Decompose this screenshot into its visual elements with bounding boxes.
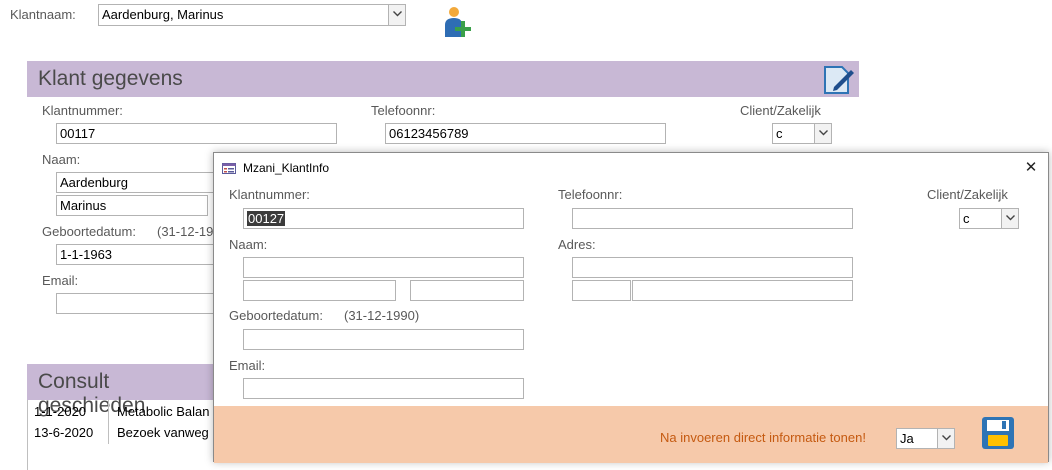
save-icon[interactable] bbox=[980, 415, 1016, 451]
add-person-icon[interactable] bbox=[441, 5, 477, 39]
dlg-klantnummer-label: Klantnummer: bbox=[229, 187, 310, 202]
naam-label: Naam: bbox=[42, 152, 81, 167]
dlg-client-zakelijk-label: Client/Zakelijk bbox=[927, 187, 1008, 202]
geboortedatum-hint: (31-12-19 bbox=[157, 224, 214, 239]
consult-desc: Bezoek vanweg bbox=[117, 425, 209, 440]
dlg-telefoon-label: Telefoonnr: bbox=[558, 187, 623, 202]
close-icon[interactable]: ✕ bbox=[1020, 158, 1042, 178]
dlg-adres-label: Adres: bbox=[558, 237, 596, 252]
direct-tonen-select[interactable]: Ja bbox=[896, 428, 955, 449]
dlg-tussenvoegsel-field[interactable] bbox=[410, 280, 524, 301]
footer-message: Na invoeren direct informatie tonen! bbox=[660, 430, 866, 445]
direct-tonen-value: Ja bbox=[900, 431, 914, 446]
geboortedatum-label: Geboortedatum: bbox=[42, 224, 136, 239]
dialog-footer: Na invoeren direct informatie tonen! Ja bbox=[214, 406, 1048, 463]
dlg-naam-label: Naam: bbox=[229, 237, 268, 252]
table-row[interactable]: 1-1-2020 Metabolic Balan bbox=[28, 402, 218, 422]
email-label: Email: bbox=[42, 273, 79, 288]
klant-gegevens-title: Klant gegevens bbox=[38, 67, 183, 90]
geboortedatum-field[interactable]: 1-1-1963 bbox=[56, 244, 226, 265]
consult-header: Consult geschieden bbox=[27, 364, 217, 417]
klantnaam-select-value: Aardenburg, Marinus bbox=[102, 7, 224, 22]
dlg-voornaam-field[interactable] bbox=[243, 280, 396, 301]
form-icon bbox=[222, 162, 236, 174]
dialog-title: Mzani_KlantInfo bbox=[243, 161, 330, 175]
dlg-geboortedatum-label: Geboortedatum: bbox=[229, 308, 323, 323]
dlg-woonplaats-field[interactable] bbox=[632, 280, 853, 301]
achternaam-field[interactable]: Aardenburg bbox=[56, 172, 226, 193]
client-zakelijk-value: c bbox=[776, 126, 783, 141]
voornaam-field[interactable]: Marinus bbox=[56, 195, 208, 216]
chevron-down-icon[interactable] bbox=[388, 5, 405, 25]
chevron-down-icon[interactable] bbox=[1001, 209, 1018, 228]
consult-list: 1-1-2020 Metabolic Balan 13-6-2020 Bezoe… bbox=[27, 400, 217, 470]
klantnaam-select[interactable]: Aardenburg, Marinus bbox=[98, 4, 406, 26]
table-row[interactable]: 13-6-2020 Bezoek vanweg bbox=[28, 423, 218, 443]
dlg-client-zakelijk-select[interactable]: c bbox=[959, 208, 1019, 229]
email-field[interactable] bbox=[56, 293, 226, 314]
consult-date: 13-6-2020 bbox=[34, 425, 94, 440]
dialog-titlebar[interactable]: Mzani_KlantInfo ✕ bbox=[214, 153, 1048, 183]
klantnaam-label: Klantnaam: bbox=[10, 7, 76, 22]
dlg-klantnummer-field[interactable]: 00127 bbox=[243, 208, 524, 229]
telefoon-label: Telefoonnr: bbox=[371, 103, 436, 118]
dlg-postcode-field[interactable] bbox=[572, 280, 631, 301]
client-zakelijk-label: Client/Zakelijk bbox=[740, 103, 821, 118]
dlg-telefoon-field[interactable] bbox=[572, 208, 853, 229]
klantnummer-label: Klantnummer: bbox=[42, 103, 123, 118]
dlg-email-label: Email: bbox=[229, 358, 266, 373]
dlg-email-field[interactable] bbox=[243, 378, 524, 399]
dlg-geboortedatum-hint: (31-12-1990) bbox=[344, 308, 420, 323]
klantnummer-field[interactable]: 00117 bbox=[56, 123, 337, 144]
telefoon-field[interactable]: 06123456789 bbox=[385, 123, 666, 144]
dlg-klantnummer-value: 00127 bbox=[247, 211, 286, 226]
dlg-client-zakelijk-value: c bbox=[963, 211, 970, 226]
dlg-adres-field[interactable] bbox=[572, 257, 853, 278]
edit-document-icon[interactable] bbox=[820, 63, 856, 96]
chevron-down-icon[interactable] bbox=[814, 124, 831, 143]
dlg-geboortedatum-field[interactable] bbox=[243, 329, 524, 350]
klantinfo-dialog: Mzani_KlantInfo ✕ Klantnummer: 00127 Tel… bbox=[213, 152, 1049, 463]
dlg-achternaam-field[interactable] bbox=[243, 257, 524, 278]
consult-desc: Metabolic Balan bbox=[117, 404, 210, 419]
chevron-down-icon[interactable] bbox=[937, 429, 954, 448]
client-zakelijk-select[interactable]: c bbox=[772, 123, 832, 144]
consult-date: 1-1-2020 bbox=[34, 404, 87, 419]
klant-gegevens-header: Klant gegevens bbox=[27, 61, 859, 97]
